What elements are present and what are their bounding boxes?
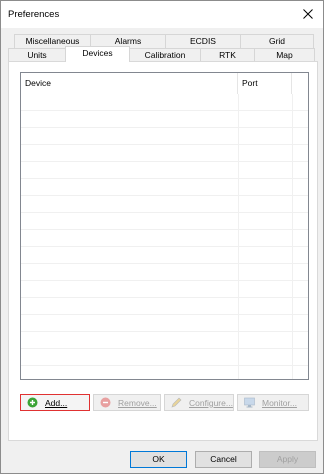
title-bar: Preferences: [1, 1, 323, 28]
empty-row: [21, 281, 308, 298]
tab-label: Miscellaneous: [25, 36, 80, 46]
preferences-window: Preferences Miscellaneous Alarms ECDIS G…: [0, 0, 324, 474]
ok-button[interactable]: OK: [130, 451, 187, 468]
tab-rtk[interactable]: RTK: [200, 48, 255, 62]
tab-label: Devices: [82, 48, 113, 58]
empty-row: [21, 315, 308, 332]
empty-row: [21, 196, 308, 213]
tab-label: Units: [27, 50, 47, 60]
tab-label: Map: [276, 50, 293, 60]
tab-label: Calibration: [144, 50, 186, 60]
monitor-device-button[interactable]: Monitor...: [237, 394, 309, 411]
minus-circle-icon: [99, 397, 111, 409]
configure-device-label: Configure...: [189, 397, 233, 408]
column-header-label: Port: [242, 78, 258, 88]
plus-circle-icon: [26, 397, 38, 409]
tab-units[interactable]: Units: [8, 48, 66, 62]
tab-ecdis[interactable]: ECDIS: [165, 34, 241, 48]
tab-grid[interactable]: Grid: [240, 34, 314, 48]
devices-tab-panel: Device Port Add... Remove... Configure..…: [8, 61, 318, 441]
remove-device-label: Remove...: [118, 397, 157, 408]
tab-devices[interactable]: Devices: [65, 46, 130, 62]
apply-button[interactable]: Apply: [259, 451, 316, 468]
empty-row: [21, 349, 308, 366]
empty-row: [21, 94, 308, 111]
add-device-button[interactable]: Add...: [20, 394, 90, 411]
column-header-port[interactable]: Port: [238, 73, 292, 94]
empty-row: [21, 179, 308, 196]
device-list-header: Device Port: [21, 73, 308, 94]
tab-label: RTK: [219, 50, 236, 60]
empty-row: [21, 230, 308, 247]
empty-row: [21, 162, 308, 179]
cancel-button[interactable]: Cancel: [195, 451, 252, 468]
empty-row: [21, 213, 308, 230]
remove-device-button[interactable]: Remove...: [93, 394, 161, 411]
close-button[interactable]: [293, 1, 323, 27]
device-list[interactable]: Device Port: [20, 72, 309, 380]
column-header-label: Device: [25, 78, 51, 88]
tab-calibration[interactable]: Calibration: [129, 48, 201, 62]
empty-row: [21, 128, 308, 145]
empty-row: [21, 145, 308, 162]
add-device-label: Add...: [45, 397, 68, 408]
empty-row: [21, 298, 308, 315]
configure-device-button[interactable]: Configure...: [164, 394, 234, 411]
empty-row: [21, 332, 308, 349]
pencil-icon: [170, 397, 182, 409]
device-list-body: [21, 94, 308, 379]
column-header-device[interactable]: Device: [21, 73, 238, 94]
tab-label: Grid: [268, 36, 286, 46]
tab-label: ECDIS: [190, 36, 216, 46]
close-icon: [303, 9, 313, 19]
empty-row: [21, 111, 308, 128]
empty-row: [21, 366, 308, 379]
column-header-filler: [292, 73, 308, 94]
monitor-icon: [243, 397, 255, 409]
tab-map[interactable]: Map: [254, 48, 315, 62]
tab-label: Alarms: [114, 36, 142, 46]
window-title: Preferences: [8, 9, 60, 20]
empty-row: [21, 247, 308, 264]
monitor-device-label: Monitor...: [262, 397, 297, 408]
empty-row: [21, 264, 308, 281]
